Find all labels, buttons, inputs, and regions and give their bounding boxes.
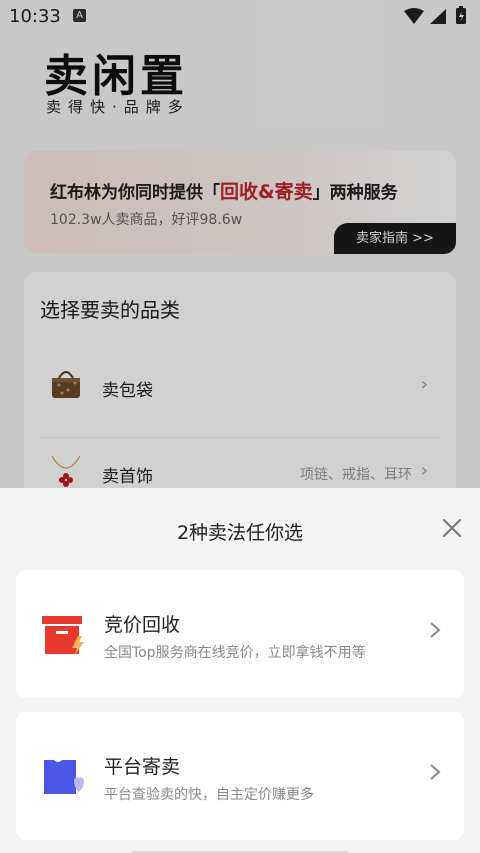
chevron-right-icon	[430, 764, 441, 780]
sheet-title: 2种卖法任你选	[176, 522, 304, 544]
option-consignment[interactable]: 平台寄卖 平台查验卖的快，自主定价赚更多	[16, 712, 464, 840]
sell-page: 10:33 A 卖闲置 卖得快·品牌多 红布林为你同时提供「回收&寄卖」两种服务…	[0, 0, 480, 853]
option-title: 平台寄卖	[104, 756, 181, 778]
option-desc: 平台查验卖的快，自主定价赚更多	[104, 787, 314, 803]
dim-overlay[interactable]	[0, 0, 480, 488]
option-bid-recycle[interactable]: 竞价回收 全国Top服务商在线竞价，立即拿钱不用等	[16, 570, 464, 698]
chevron-right-icon	[430, 622, 441, 638]
option-title: 竞价回收	[104, 614, 181, 636]
recycle-box-icon	[42, 616, 84, 656]
sell-method-sheet: 2种卖法任你选 竞价回收 全国Top服务商在线竞价，立即拿钱不用等 平台寄卖 平…	[0, 488, 480, 853]
close-icon[interactable]	[440, 516, 464, 540]
option-desc: 全国Top服务商在线竞价，立即拿钱不用等	[104, 645, 366, 661]
consign-bag-icon	[44, 760, 84, 794]
